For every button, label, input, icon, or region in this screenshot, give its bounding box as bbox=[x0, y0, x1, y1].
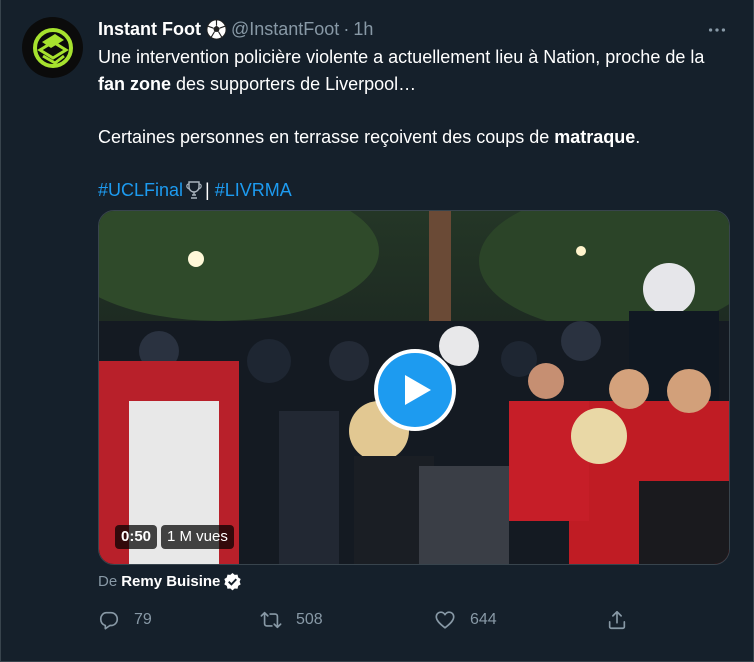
hashtag-uclfinal[interactable]: #UCLFinal bbox=[98, 180, 183, 200]
play-icon bbox=[405, 375, 431, 405]
tweet-card[interactable]: Instant Foot @InstantFoot · 1h Une inter… bbox=[0, 0, 754, 662]
timestamp[interactable]: 1h bbox=[353, 19, 373, 40]
soccer-ball-icon bbox=[206, 18, 227, 40]
tweet-paragraph-1: Une intervention policière violente a ac… bbox=[98, 44, 733, 98]
retweet-icon bbox=[260, 611, 282, 629]
video-attribution: De Remy Buisine bbox=[98, 570, 242, 592]
view-count: 1 M vues bbox=[161, 525, 234, 549]
retweet-count: 508 bbox=[296, 611, 323, 628]
heart-icon bbox=[435, 611, 455, 629]
like-count: 644 bbox=[470, 611, 497, 628]
trophy-icon bbox=[186, 181, 202, 199]
hashtag-divider: | bbox=[205, 180, 210, 200]
text-segment: Une intervention policière violente a ac… bbox=[98, 47, 705, 67]
tweet-text: Une intervention policière violente a ac… bbox=[98, 44, 733, 204]
retweet-button[interactable]: 508 bbox=[260, 606, 323, 634]
more-horizontal-icon[interactable] bbox=[705, 18, 729, 42]
separator-dot: · bbox=[343, 18, 350, 39]
reply-button[interactable]: 79 bbox=[98, 606, 152, 634]
avatar[interactable] bbox=[22, 17, 83, 78]
text-segment: des supporters de Liverpool… bbox=[171, 74, 417, 94]
instant-foot-logo-icon bbox=[32, 27, 73, 68]
video-duration: 0:50 bbox=[115, 525, 158, 549]
tweet-paragraph-2: Certaines personnes en terrasse reçoiven… bbox=[98, 124, 733, 151]
attribution-author[interactable]: Remy Buisine bbox=[121, 573, 220, 590]
hashtag-livrma[interactable]: #LIVRMA bbox=[215, 180, 292, 200]
user-handle[interactable]: @InstantFoot bbox=[231, 19, 339, 40]
verified-badge-icon bbox=[224, 572, 242, 590]
reply-icon bbox=[99, 611, 119, 630]
play-button[interactable] bbox=[374, 349, 456, 431]
text-segment: Certaines personnes en terrasse reçoiven… bbox=[98, 127, 555, 147]
like-button[interactable]: 644 bbox=[434, 606, 497, 634]
display-name[interactable]: Instant Foot bbox=[98, 19, 201, 40]
tweet-header: Instant Foot @InstantFoot · 1h bbox=[98, 17, 373, 41]
video-player[interactable]: 0:50 1 M vues bbox=[98, 210, 730, 565]
tweet-actions: 79 508 644 bbox=[98, 606, 638, 634]
share-button[interactable] bbox=[606, 606, 628, 634]
share-icon bbox=[608, 610, 626, 630]
attribution-prefix: De bbox=[98, 572, 118, 590]
bold-text: fan zone bbox=[98, 74, 172, 94]
reply-count: 79 bbox=[134, 611, 152, 628]
tweet-hashtags: #UCLFinal | #LIVRMA bbox=[98, 177, 733, 204]
text-segment: . bbox=[635, 127, 641, 147]
bold-text: matraque bbox=[554, 127, 636, 147]
